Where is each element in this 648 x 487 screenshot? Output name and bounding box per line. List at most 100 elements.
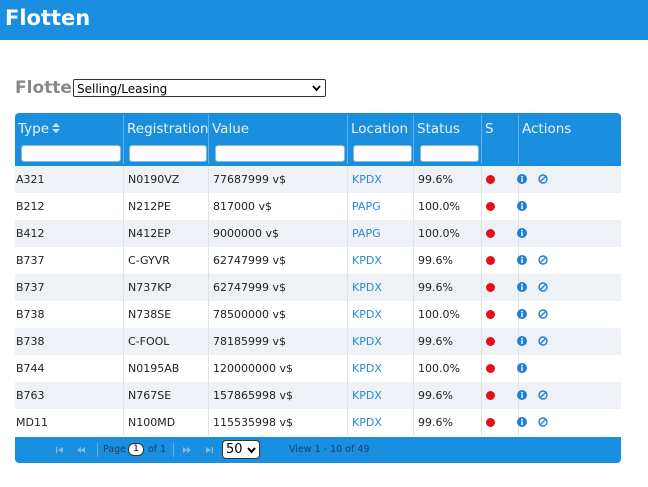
column-header-location[interactable]: Location bbox=[348, 113, 414, 141]
column-divider bbox=[413, 220, 414, 247]
page-label: Page bbox=[103, 444, 126, 455]
cell-registration: N212PE bbox=[128, 200, 171, 213]
column-divider bbox=[481, 382, 482, 409]
cell-location-link[interactable]: PAPG bbox=[351, 193, 381, 220]
ban-icon[interactable] bbox=[538, 336, 548, 346]
status-dot-icon bbox=[486, 337, 495, 346]
table-row[interactable]: MD11 N100MD 115535998 v$ KPDX 99.6% bbox=[15, 409, 621, 436]
table-row[interactable]: B744 N0195AB 120000000 v$ KPDX 100.0% bbox=[15, 355, 621, 382]
cell-location-link[interactable]: KPDX bbox=[351, 355, 382, 382]
ban-icon[interactable] bbox=[538, 282, 548, 292]
column-divider bbox=[347, 166, 348, 193]
ban-icon[interactable] bbox=[538, 390, 548, 400]
filter-registration-input[interactable] bbox=[129, 145, 207, 162]
cell-value: 78185999 v$ bbox=[213, 335, 286, 348]
column-divider bbox=[208, 274, 209, 301]
page-number-input[interactable]: 1 bbox=[128, 443, 144, 456]
cell-type: B738 bbox=[16, 335, 45, 348]
cell-value: 157865998 v$ bbox=[213, 389, 293, 402]
filter-status-input[interactable] bbox=[420, 145, 479, 162]
cell-registration: N737KP bbox=[128, 281, 172, 294]
cell-location-link[interactable]: KPDX bbox=[351, 328, 382, 355]
first-page-icon[interactable] bbox=[55, 446, 65, 454]
table-row[interactable]: A321 N0190VZ 77687999 v$ KPDX 99.6% bbox=[15, 166, 621, 193]
column-divider bbox=[481, 355, 482, 382]
cell-type: B737 bbox=[16, 254, 45, 267]
column-header-registration[interactable]: Registration bbox=[124, 113, 208, 141]
column-header-actions[interactable]: Actions bbox=[519, 113, 619, 141]
column-divider bbox=[481, 247, 482, 274]
cell-location-link[interactable]: KPDX bbox=[351, 382, 382, 409]
table-row[interactable]: B738 C-FOOL 78185999 v$ KPDX 99.6% bbox=[15, 328, 621, 355]
fleet-select[interactable]: Selling/Leasing bbox=[73, 79, 326, 97]
info-icon[interactable] bbox=[517, 228, 527, 238]
sort-icon[interactable] bbox=[52, 122, 61, 133]
filter-value-input[interactable] bbox=[215, 145, 345, 162]
info-icon[interactable] bbox=[517, 417, 527, 427]
info-icon[interactable] bbox=[517, 390, 527, 400]
rows-per-page-value: 50 bbox=[226, 442, 243, 457]
cell-location-link[interactable]: KPDX bbox=[351, 274, 382, 301]
ban-icon[interactable] bbox=[538, 255, 548, 265]
cell-status: 99.6% bbox=[418, 254, 453, 267]
info-icon[interactable] bbox=[517, 363, 527, 373]
status-dot-icon bbox=[486, 364, 495, 373]
ban-icon[interactable] bbox=[538, 174, 548, 184]
ban-icon[interactable] bbox=[538, 309, 548, 319]
info-icon[interactable] bbox=[517, 201, 527, 211]
cell-location-link[interactable]: PAPG bbox=[351, 220, 381, 247]
table-row[interactable]: B738 N738SE 78500000 v$ KPDX 100.0% bbox=[15, 301, 621, 328]
cell-status: 100.0% bbox=[418, 308, 460, 321]
filter-type-input[interactable] bbox=[21, 145, 121, 162]
cell-type: B412 bbox=[16, 227, 45, 240]
cell-location-link[interactable]: KPDX bbox=[351, 166, 382, 193]
cell-location-link[interactable]: KPDX bbox=[351, 409, 382, 436]
column-header-s[interactable]: S bbox=[482, 113, 518, 141]
table-row[interactable]: B737 C-GYVR 62747999 v$ KPDX 99.6% bbox=[15, 247, 621, 274]
column-divider bbox=[123, 274, 124, 301]
info-icon[interactable] bbox=[517, 282, 527, 292]
cell-status: 99.6% bbox=[418, 173, 453, 186]
column-divider bbox=[413, 328, 414, 355]
column-divider bbox=[413, 193, 414, 220]
cell-value: 9000000 v$ bbox=[213, 227, 279, 240]
column-divider bbox=[413, 166, 414, 193]
column-divider bbox=[413, 274, 414, 301]
status-dot-icon bbox=[486, 202, 495, 211]
title-bar: Flotten bbox=[0, 0, 648, 40]
column-divider bbox=[413, 409, 414, 436]
prev-page-icon[interactable] bbox=[76, 446, 86, 454]
cell-location-link[interactable]: KPDX bbox=[351, 247, 382, 274]
rows-per-page-select[interactable]: 50 bbox=[222, 440, 260, 459]
status-dot-icon bbox=[486, 310, 495, 319]
column-divider bbox=[347, 193, 348, 220]
column-divider bbox=[413, 301, 414, 328]
column-divider bbox=[123, 166, 124, 193]
column-header-value[interactable]: Value bbox=[209, 113, 345, 141]
fleet-select-value: Selling/Leasing bbox=[77, 82, 168, 96]
column-header-status[interactable]: Status bbox=[414, 113, 480, 141]
filter-location-input[interactable] bbox=[353, 145, 412, 162]
ban-icon[interactable] bbox=[538, 417, 548, 427]
last-page-icon[interactable] bbox=[204, 446, 214, 454]
cell-registration: N100MD bbox=[128, 416, 176, 429]
column-divider bbox=[481, 274, 482, 301]
info-icon[interactable] bbox=[517, 255, 527, 265]
column-divider bbox=[347, 409, 348, 436]
table-row[interactable]: B412 N412EP 9000000 v$ PAPG 100.0% bbox=[15, 220, 621, 247]
cell-type: B212 bbox=[16, 200, 45, 213]
info-icon[interactable] bbox=[517, 174, 527, 184]
column-divider bbox=[347, 355, 348, 382]
info-icon[interactable] bbox=[517, 309, 527, 319]
table-row[interactable]: B212 N212PE 817000 v$ PAPG 100.0% bbox=[15, 193, 621, 220]
info-icon[interactable] bbox=[517, 336, 527, 346]
cell-location-link[interactable]: KPDX bbox=[351, 301, 382, 328]
cell-status: 99.6% bbox=[418, 281, 453, 294]
table-row[interactable]: B737 N737KP 62747999 v$ KPDX 99.6% bbox=[15, 274, 621, 301]
next-page-icon[interactable] bbox=[182, 446, 192, 454]
column-divider bbox=[208, 193, 209, 220]
column-header-type[interactable]: Type bbox=[15, 113, 123, 141]
grid-pager: Page 1 of 1 50 View 1 - 10 of 49 bbox=[15, 437, 621, 463]
column-divider bbox=[208, 355, 209, 382]
table-row[interactable]: B763 N767SE 157865998 v$ KPDX 99.6% bbox=[15, 382, 621, 409]
